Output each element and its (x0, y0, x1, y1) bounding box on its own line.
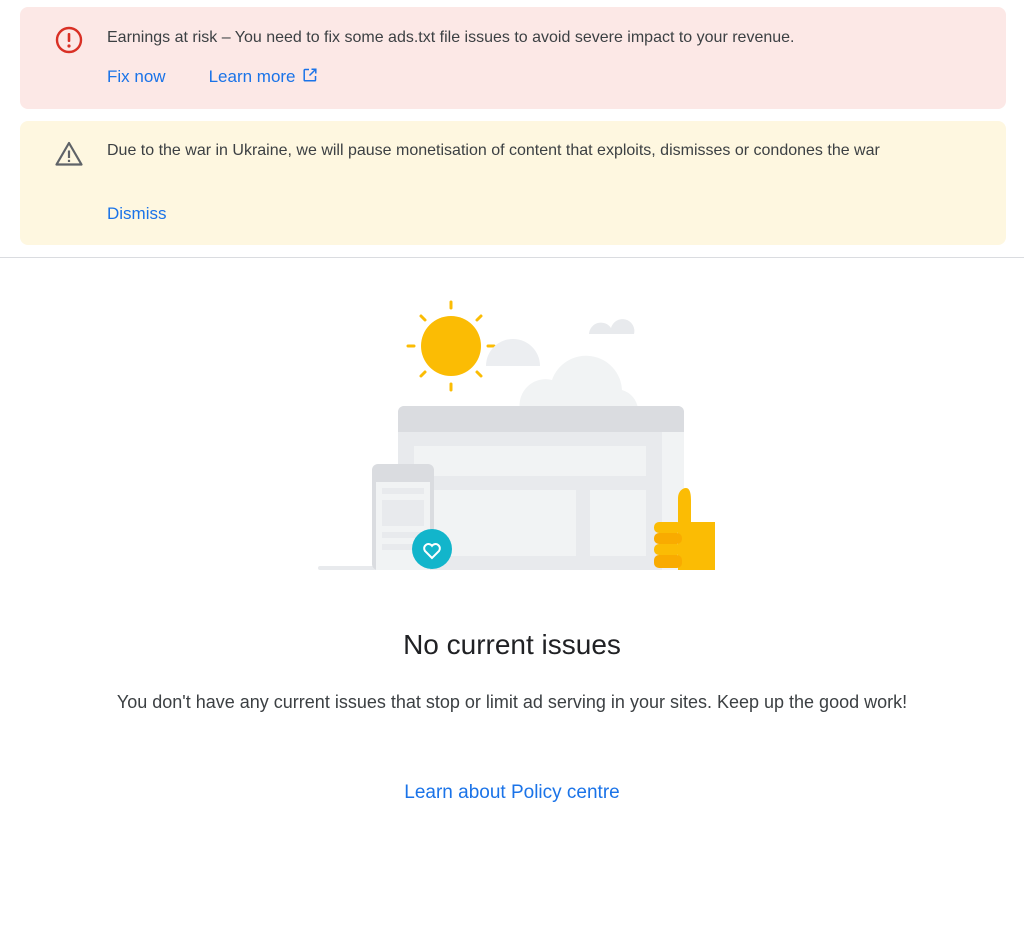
fix-now-label: Fix now (107, 67, 166, 86)
learn-more-link[interactable]: Learn more (209, 66, 317, 88)
earnings-at-risk-banner: Earnings at risk – You need to fix some … (20, 7, 1006, 109)
empty-state-title: No current issues (403, 629, 621, 660)
warning-banner-actions: Dismiss (107, 203, 167, 225)
error-banner-message: Earnings at risk – You need to fix some … (107, 29, 795, 46)
fix-now-link[interactable]: Fix now (107, 66, 166, 88)
error-banner-actions: Fix now Learn more (107, 66, 317, 88)
dismiss-label: Dismiss (107, 204, 167, 223)
ukraine-war-banner: Due to the war in Ukraine, we will pause… (20, 121, 1006, 245)
warning-triangle-icon (54, 139, 84, 169)
dismiss-link[interactable]: Dismiss (107, 203, 167, 225)
no-issues-illustration (300, 290, 730, 580)
policy-centre-link-wrapper: Learn about Policy centre (0, 782, 1024, 804)
section-divider (0, 257, 1024, 258)
open-in-new-icon (302, 66, 317, 88)
learn-about-policy-centre-link[interactable]: Learn about Policy centre (404, 782, 619, 804)
learn-more-label: Learn more (208, 67, 296, 86)
error-circle-icon (54, 25, 84, 55)
policy-centre-page: Earnings at risk – You need to fix some … (0, 0, 1024, 949)
empty-state-description: You don't have any current issues that s… (116, 692, 908, 712)
warning-banner-message: Due to the war in Ukraine, we will pause… (107, 142, 880, 159)
